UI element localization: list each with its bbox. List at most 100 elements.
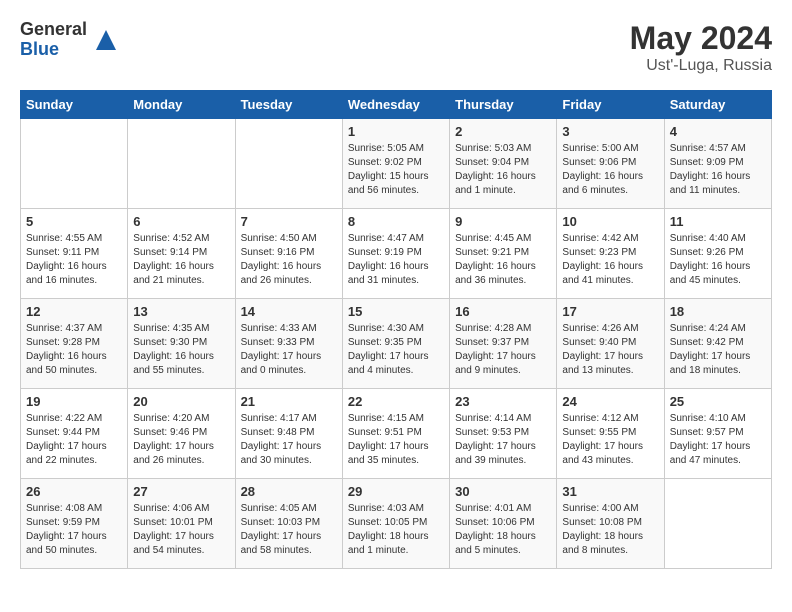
calendar-cell: 10 Sunrise: 4:42 AM Sunset: 9:23 PM Dayli… bbox=[557, 209, 664, 299]
day-number: 15 bbox=[348, 304, 444, 319]
calendar-cell: 14Sunrise: 4:33 AM Sunset: 9:33 PM Dayli… bbox=[235, 299, 342, 389]
day-number: 7 bbox=[241, 214, 337, 229]
calendar-week-2: 5Sunrise: 4:55 AM Sunset: 9:11 PM Daylig… bbox=[21, 209, 772, 299]
day-number: 22 bbox=[348, 394, 444, 409]
day-info: Sunrise: 4:28 AM Sunset: 9:37 PM Dayligh… bbox=[455, 322, 551, 378]
logo-text: General Blue bbox=[20, 20, 87, 60]
day-number: 31 bbox=[562, 484, 658, 499]
day-info: Sunrise: 4:00 AM Sunset: 10:08 PM Daylig… bbox=[562, 502, 658, 558]
day-number: 4 bbox=[670, 124, 766, 139]
calendar-cell bbox=[664, 479, 771, 569]
calendar-cell: 22 Sunrise: 4:15 AM Sunset: 9:51 PM Dayli… bbox=[342, 389, 449, 479]
day-info: Sunrise: 4:40 AM Sunset: 9:26 PM Dayligh… bbox=[670, 232, 766, 288]
calendar-cell bbox=[128, 119, 235, 209]
day-info: Sunrise: 4:08 AM Sunset: 9:59 PM Dayligh… bbox=[26, 502, 122, 558]
calendar-cell: 3 Sunrise: 5:00 AM Sunset: 9:06 PM Daylig… bbox=[557, 119, 664, 209]
day-number: 18 bbox=[670, 304, 766, 319]
day-info: Sunrise: 4:22 AM Sunset: 9:44 PM Dayligh… bbox=[26, 412, 122, 468]
calendar-cell: 31 Sunrise: 4:00 AM Sunset: 10:08 PM Dayl… bbox=[557, 479, 664, 569]
calendar-cell: 27Sunrise: 4:06 AM Sunset: 10:01 PM Dayl… bbox=[128, 479, 235, 569]
day-info: Sunrise: 4:15 AM Sunset: 9:51 PM Dayligh… bbox=[348, 412, 444, 468]
day-number: 2 bbox=[455, 124, 551, 139]
day-number: 10 bbox=[562, 214, 658, 229]
day-number: 21 bbox=[241, 394, 337, 409]
calendar-cell: 16Sunrise: 4:28 AM Sunset: 9:37 PM Dayli… bbox=[450, 299, 557, 389]
header-thursday: Thursday bbox=[450, 91, 557, 119]
location: Ust'-Luga, Russia bbox=[630, 57, 772, 75]
day-info: Sunrise: 5:03 AM Sunset: 9:04 PM Dayligh… bbox=[455, 142, 551, 198]
logo-general: General bbox=[20, 20, 87, 40]
day-info: Sunrise: 4:52 AM Sunset: 9:14 PM Dayligh… bbox=[133, 232, 229, 288]
calendar-cell: 6 Sunrise: 4:52 AM Sunset: 9:14 PM Daylig… bbox=[128, 209, 235, 299]
calendar-week-4: 19 Sunrise: 4:22 AM Sunset: 9:44 PM Dayli… bbox=[21, 389, 772, 479]
calendar-cell: 21Sunrise: 4:17 AM Sunset: 9:48 PM Dayli… bbox=[235, 389, 342, 479]
day-number: 27 bbox=[133, 484, 229, 499]
calendar-cell: 12 Sunrise: 4:37 AM Sunset: 9:28 PM Dayli… bbox=[21, 299, 128, 389]
day-info: Sunrise: 5:05 AM Sunset: 9:02 PM Dayligh… bbox=[348, 142, 444, 198]
calendar-week-1: 1 Sunrise: 5:05 AM Sunset: 9:02 PM Daylig… bbox=[21, 119, 772, 209]
day-number: 20 bbox=[133, 394, 229, 409]
calendar-cell: 29Sunrise: 4:03 AM Sunset: 10:05 PM Dayl… bbox=[342, 479, 449, 569]
calendar-cell: 15 Sunrise: 4:30 AM Sunset: 9:35 PM Dayli… bbox=[342, 299, 449, 389]
calendar-cell: 2 Sunrise: 5:03 AM Sunset: 9:04 PM Daylig… bbox=[450, 119, 557, 209]
day-info: Sunrise: 4:20 AM Sunset: 9:46 PM Dayligh… bbox=[133, 412, 229, 468]
logo-icon bbox=[91, 25, 121, 55]
day-info: Sunrise: 4:50 AM Sunset: 9:16 PM Dayligh… bbox=[241, 232, 337, 288]
calendar-cell bbox=[21, 119, 128, 209]
day-number: 25 bbox=[670, 394, 766, 409]
day-number: 11 bbox=[670, 214, 766, 229]
calendar-cell: 7 Sunrise: 4:50 AM Sunset: 9:16 PM Daylig… bbox=[235, 209, 342, 299]
calendar-cell bbox=[235, 119, 342, 209]
day-number: 6 bbox=[133, 214, 229, 229]
day-number: 12 bbox=[26, 304, 122, 319]
header-saturday: Saturday bbox=[664, 91, 771, 119]
day-info: Sunrise: 4:30 AM Sunset: 9:35 PM Dayligh… bbox=[348, 322, 444, 378]
header-tuesday: Tuesday bbox=[235, 91, 342, 119]
calendar-cell: 19 Sunrise: 4:22 AM Sunset: 9:44 PM Dayli… bbox=[21, 389, 128, 479]
day-info: Sunrise: 4:01 AM Sunset: 10:06 PM Daylig… bbox=[455, 502, 551, 558]
day-number: 26 bbox=[26, 484, 122, 499]
logo-blue: Blue bbox=[20, 40, 87, 60]
calendar-cell: 20 Sunrise: 4:20 AM Sunset: 9:46 PM Dayli… bbox=[128, 389, 235, 479]
calendar-week-5: 26 Sunrise: 4:08 AM Sunset: 9:59 PM Dayli… bbox=[21, 479, 772, 569]
day-info: Sunrise: 4:24 AM Sunset: 9:42 PM Dayligh… bbox=[670, 322, 766, 378]
day-info: Sunrise: 4:47 AM Sunset: 9:19 PM Dayligh… bbox=[348, 232, 444, 288]
day-info: Sunrise: 4:42 AM Sunset: 9:23 PM Dayligh… bbox=[562, 232, 658, 288]
header-row: Sunday Monday Tuesday Wednesday Thursday… bbox=[21, 91, 772, 119]
day-info: Sunrise: 4:33 AM Sunset: 9:33 PM Dayligh… bbox=[241, 322, 337, 378]
header-monday: Monday bbox=[128, 91, 235, 119]
day-info: Sunrise: 4:05 AM Sunset: 10:03 PM Daylig… bbox=[241, 502, 337, 558]
day-info: Sunrise: 4:26 AM Sunset: 9:40 PM Dayligh… bbox=[562, 322, 658, 378]
calendar-cell: 8Sunrise: 4:47 AM Sunset: 9:19 PM Daylig… bbox=[342, 209, 449, 299]
day-info: Sunrise: 5:00 AM Sunset: 9:06 PM Dayligh… bbox=[562, 142, 658, 198]
day-info: Sunrise: 4:14 AM Sunset: 9:53 PM Dayligh… bbox=[455, 412, 551, 468]
calendar-cell: 9 Sunrise: 4:45 AM Sunset: 9:21 PM Daylig… bbox=[450, 209, 557, 299]
calendar-cell: 23Sunrise: 4:14 AM Sunset: 9:53 PM Dayli… bbox=[450, 389, 557, 479]
day-info: Sunrise: 4:37 AM Sunset: 9:28 PM Dayligh… bbox=[26, 322, 122, 378]
day-number: 30 bbox=[455, 484, 551, 499]
calendar-cell: 13Sunrise: 4:35 AM Sunset: 9:30 PM Dayli… bbox=[128, 299, 235, 389]
calendar-cell: 11 Sunrise: 4:40 AM Sunset: 9:26 PM Dayli… bbox=[664, 209, 771, 299]
day-info: Sunrise: 4:55 AM Sunset: 9:11 PM Dayligh… bbox=[26, 232, 122, 288]
calendar-cell: 1 Sunrise: 5:05 AM Sunset: 9:02 PM Daylig… bbox=[342, 119, 449, 209]
day-number: 1 bbox=[348, 124, 444, 139]
header-friday: Friday bbox=[557, 91, 664, 119]
day-info: Sunrise: 4:57 AM Sunset: 9:09 PM Dayligh… bbox=[670, 142, 766, 198]
header-wednesday: Wednesday bbox=[342, 91, 449, 119]
calendar-cell: 4 Sunrise: 4:57 AM Sunset: 9:09 PM Daylig… bbox=[664, 119, 771, 209]
day-number: 24 bbox=[562, 394, 658, 409]
calendar-cell: 28Sunrise: 4:05 AM Sunset: 10:03 PM Dayl… bbox=[235, 479, 342, 569]
day-info: Sunrise: 4:03 AM Sunset: 10:05 PM Daylig… bbox=[348, 502, 444, 558]
day-number: 3 bbox=[562, 124, 658, 139]
day-number: 9 bbox=[455, 214, 551, 229]
day-info: Sunrise: 4:45 AM Sunset: 9:21 PM Dayligh… bbox=[455, 232, 551, 288]
calendar-cell: 26 Sunrise: 4:08 AM Sunset: 9:59 PM Dayli… bbox=[21, 479, 128, 569]
day-info: Sunrise: 4:35 AM Sunset: 9:30 PM Dayligh… bbox=[133, 322, 229, 378]
day-number: 17 bbox=[562, 304, 658, 319]
day-number: 19 bbox=[26, 394, 122, 409]
calendar-week-3: 12 Sunrise: 4:37 AM Sunset: 9:28 PM Dayli… bbox=[21, 299, 772, 389]
page-header: General Blue May 2024 Ust'-Luga, Russia bbox=[20, 20, 772, 75]
header-sunday: Sunday bbox=[21, 91, 128, 119]
day-info: Sunrise: 4:10 AM Sunset: 9:57 PM Dayligh… bbox=[670, 412, 766, 468]
day-info: Sunrise: 4:12 AM Sunset: 9:55 PM Dayligh… bbox=[562, 412, 658, 468]
